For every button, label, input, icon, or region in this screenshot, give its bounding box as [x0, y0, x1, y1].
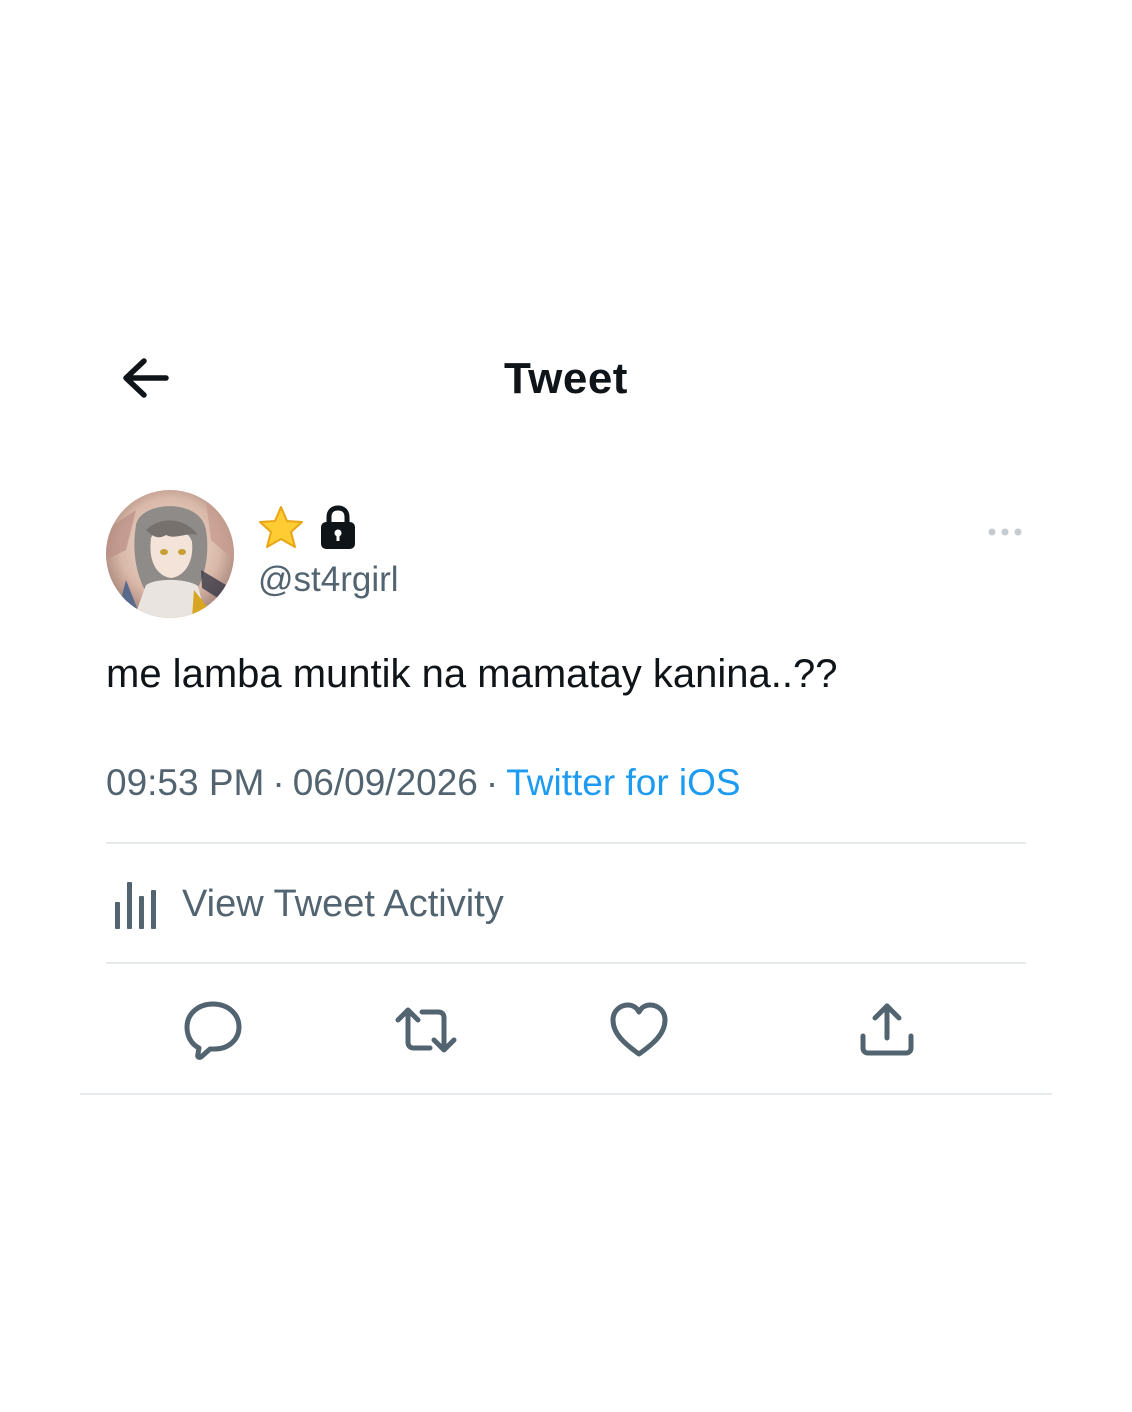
like-button[interactable]: [607, 998, 671, 1062]
share-button[interactable]: [855, 998, 919, 1062]
tweet-author: @st4rgirl: [106, 490, 1026, 620]
divider: [106, 962, 1026, 964]
lock-icon: [321, 505, 355, 549]
reply-button[interactable]: [181, 998, 245, 1062]
retweet-button[interactable]: [394, 998, 458, 1062]
tweet-metadata: 09:53 PM · 06/09/2026 · Twitter for iOS: [106, 762, 741, 804]
view-tweet-activity-label: View Tweet Activity: [182, 882, 504, 925]
display-name-badges: [256, 504, 358, 552]
reply-icon: [184, 1001, 242, 1060]
avatar-image: [106, 490, 234, 618]
page-title: Tweet: [504, 354, 628, 403]
star-emoji-icon: [259, 506, 303, 548]
user-handle[interactable]: @st4rgirl: [258, 560, 399, 600]
more-dots-icon: [988, 528, 1022, 536]
divider: [80, 1093, 1052, 1095]
tweet-source-link[interactable]: Twitter for iOS: [506, 762, 740, 803]
avatar[interactable]: [106, 490, 234, 618]
divider: [106, 842, 1026, 844]
meta-separator: ·: [272, 762, 285, 803]
more-options-button[interactable]: [986, 520, 1026, 544]
meta-separator: ·: [485, 762, 499, 803]
top-bar: Tweet: [0, 340, 1132, 420]
view-tweet-activity-button[interactable]: View Tweet Activity: [106, 862, 1026, 946]
tweet-date: 06/09/2026: [292, 762, 478, 803]
bar-chart-icon: [115, 882, 156, 929]
retweet-icon: [395, 1007, 457, 1053]
tweet-text: me lamba muntik na mamatay kanina..??: [106, 652, 838, 696]
share-icon: [860, 1003, 914, 1056]
tweet-time: 09:53 PM: [106, 762, 265, 803]
heart-icon: [610, 1002, 668, 1057]
